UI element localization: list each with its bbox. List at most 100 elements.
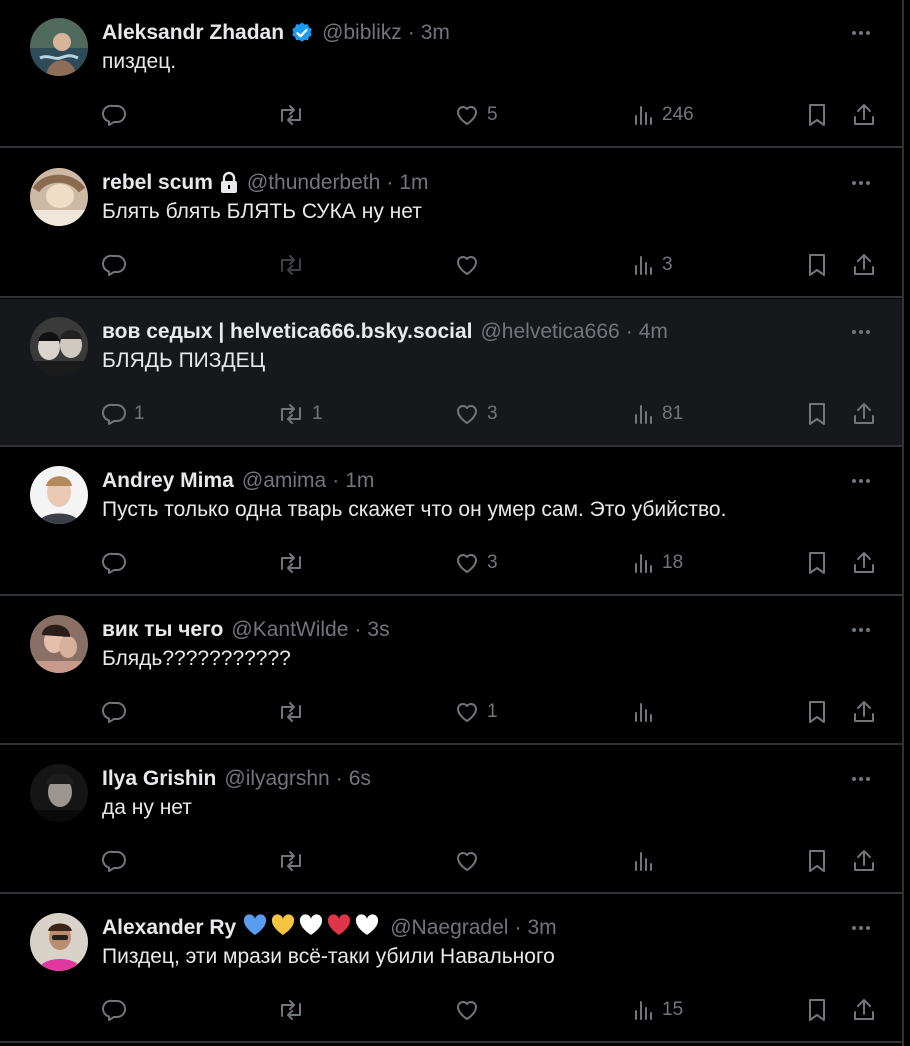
more-icon[interactable] [848, 915, 874, 941]
like-button[interactable]: 3 [453, 397, 498, 431]
share-icon [851, 847, 877, 875]
username-handle[interactable]: @Naegradel [390, 916, 508, 940]
like-button[interactable] [453, 248, 487, 282]
retweet-icon [276, 102, 306, 128]
retweet-button[interactable] [276, 248, 312, 282]
username-handle[interactable]: @helvetica666 [480, 320, 619, 344]
share-icon [851, 251, 877, 279]
username-handle[interactable]: @biblikz [322, 21, 402, 45]
avatar[interactable] [30, 615, 88, 673]
bookmark-icon [805, 251, 829, 279]
retweet-button[interactable] [276, 993, 312, 1027]
more-icon[interactable] [848, 468, 874, 494]
share-button[interactable] [851, 397, 877, 431]
tweet[interactable]: вик ты чего @KantWilde · 3s Блядь???????… [0, 597, 902, 745]
timestamp[interactable]: 3m [527, 916, 556, 940]
like-button[interactable]: 1 [453, 695, 498, 729]
avatar[interactable] [30, 913, 88, 971]
username-handle[interactable]: @thunderbeth [247, 171, 380, 195]
username-handle[interactable]: @ilyagrshn [224, 767, 329, 791]
views-button[interactable]: 18 [632, 546, 683, 580]
avatar[interactable] [30, 764, 88, 822]
like-button[interactable]: 3 [453, 546, 498, 580]
bookmark-button[interactable] [805, 695, 829, 729]
bookmark-button[interactable] [805, 248, 829, 282]
timestamp[interactable]: 1m [345, 469, 374, 493]
share-icon [851, 996, 877, 1024]
retweet-button[interactable] [276, 546, 312, 580]
views-button[interactable]: 15 [632, 993, 683, 1027]
tweet-actions: 15 [0, 993, 902, 1027]
username-handle[interactable]: @KantWilde [231, 618, 348, 642]
like-button[interactable]: 5 [453, 98, 498, 132]
count: 1 [134, 403, 145, 424]
timestamp[interactable]: 4m [639, 320, 668, 344]
timestamp[interactable]: 3s [367, 618, 389, 642]
more-icon[interactable] [848, 617, 874, 643]
separator-dot: · [354, 618, 362, 641]
tweet[interactable]: rebel scum @thunderbeth · 1m Блять блять… [0, 150, 902, 298]
reply-button[interactable]: 1 [102, 397, 145, 431]
views-button[interactable]: 3 [632, 248, 673, 282]
share-button[interactable] [851, 993, 877, 1027]
bookmark-button[interactable] [805, 397, 829, 431]
username-handle[interactable]: @amima [242, 469, 326, 493]
display-name[interactable]: rebel scum [102, 171, 213, 195]
retweet-icon [276, 699, 306, 725]
display-name[interactable]: Alexander Ry [102, 916, 236, 940]
display-name[interactable]: Ilya Grishin [102, 767, 216, 791]
avatar[interactable] [30, 168, 88, 226]
views-button[interactable] [632, 695, 662, 729]
reply-button[interactable] [102, 98, 134, 132]
more-icon[interactable] [848, 319, 874, 345]
share-button[interactable] [851, 98, 877, 132]
timestamp[interactable]: 6s [349, 767, 371, 791]
avatar[interactable] [30, 18, 88, 76]
bookmark-icon [805, 400, 829, 428]
reply-button[interactable] [102, 248, 134, 282]
timeline-feed: Aleksandr Zhadan @biblikz · 3m пиздец. 5… [0, 0, 904, 1046]
display-name[interactable]: Aleksandr Zhadan [102, 21, 284, 45]
timestamp[interactable]: 3m [421, 21, 450, 45]
tweet[interactable]: Aleksandr Zhadan @biblikz · 3m пиздец. 5… [0, 0, 902, 148]
like-button[interactable] [453, 844, 487, 878]
retweet-button[interactable]: 1 [276, 397, 323, 431]
timestamp[interactable]: 1m [399, 171, 428, 195]
views-button[interactable]: 81 [632, 397, 683, 431]
display-name[interactable]: Andrey Mima [102, 469, 234, 493]
bookmark-button[interactable] [805, 844, 829, 878]
share-button[interactable] [851, 695, 877, 729]
avatar[interactable] [30, 466, 88, 524]
reply-button[interactable] [102, 993, 134, 1027]
reply-button[interactable] [102, 844, 134, 878]
reply-button[interactable] [102, 695, 134, 729]
share-button[interactable] [851, 546, 877, 580]
retweet-button[interactable] [276, 844, 312, 878]
retweet-icon [276, 252, 306, 278]
count: 1 [487, 701, 498, 722]
bookmark-button[interactable] [805, 98, 829, 132]
retweet-button[interactable] [276, 695, 312, 729]
like-button[interactable] [453, 993, 487, 1027]
display-name[interactable]: вов седых | helvetica666.bsky.social [102, 320, 472, 344]
tweet[interactable]: Andrey Mima @amima · 1m Пусть только одн… [0, 448, 902, 596]
reply-button[interactable] [102, 546, 134, 580]
bookmark-button[interactable] [805, 993, 829, 1027]
retweet-button[interactable] [276, 98, 312, 132]
views-button[interactable] [632, 844, 662, 878]
avatar[interactable] [30, 317, 88, 375]
views-button[interactable]: 246 [632, 98, 694, 132]
bookmark-button[interactable] [805, 546, 829, 580]
share-button[interactable] [851, 844, 877, 878]
retweet-icon [276, 848, 306, 874]
share-button[interactable] [851, 248, 877, 282]
more-icon[interactable] [848, 20, 874, 46]
tweet[interactable]: Ilya Grishin @ilyagrshn · 6s да ну нет [0, 746, 902, 894]
display-name[interactable]: вик ты чего [102, 618, 223, 642]
tweet[interactable]: Alexander Ry @Naegradel · 3m Пиздец, эти… [0, 895, 902, 1043]
tweet-text: БЛЯДЬ ПИЗДЕЦ [102, 349, 266, 372]
more-icon[interactable] [848, 766, 874, 792]
more-icon[interactable] [848, 170, 874, 196]
separator-dot: · [625, 320, 633, 343]
tweet[interactable]: вов седых | helvetica666.bsky.social @he… [0, 299, 902, 447]
